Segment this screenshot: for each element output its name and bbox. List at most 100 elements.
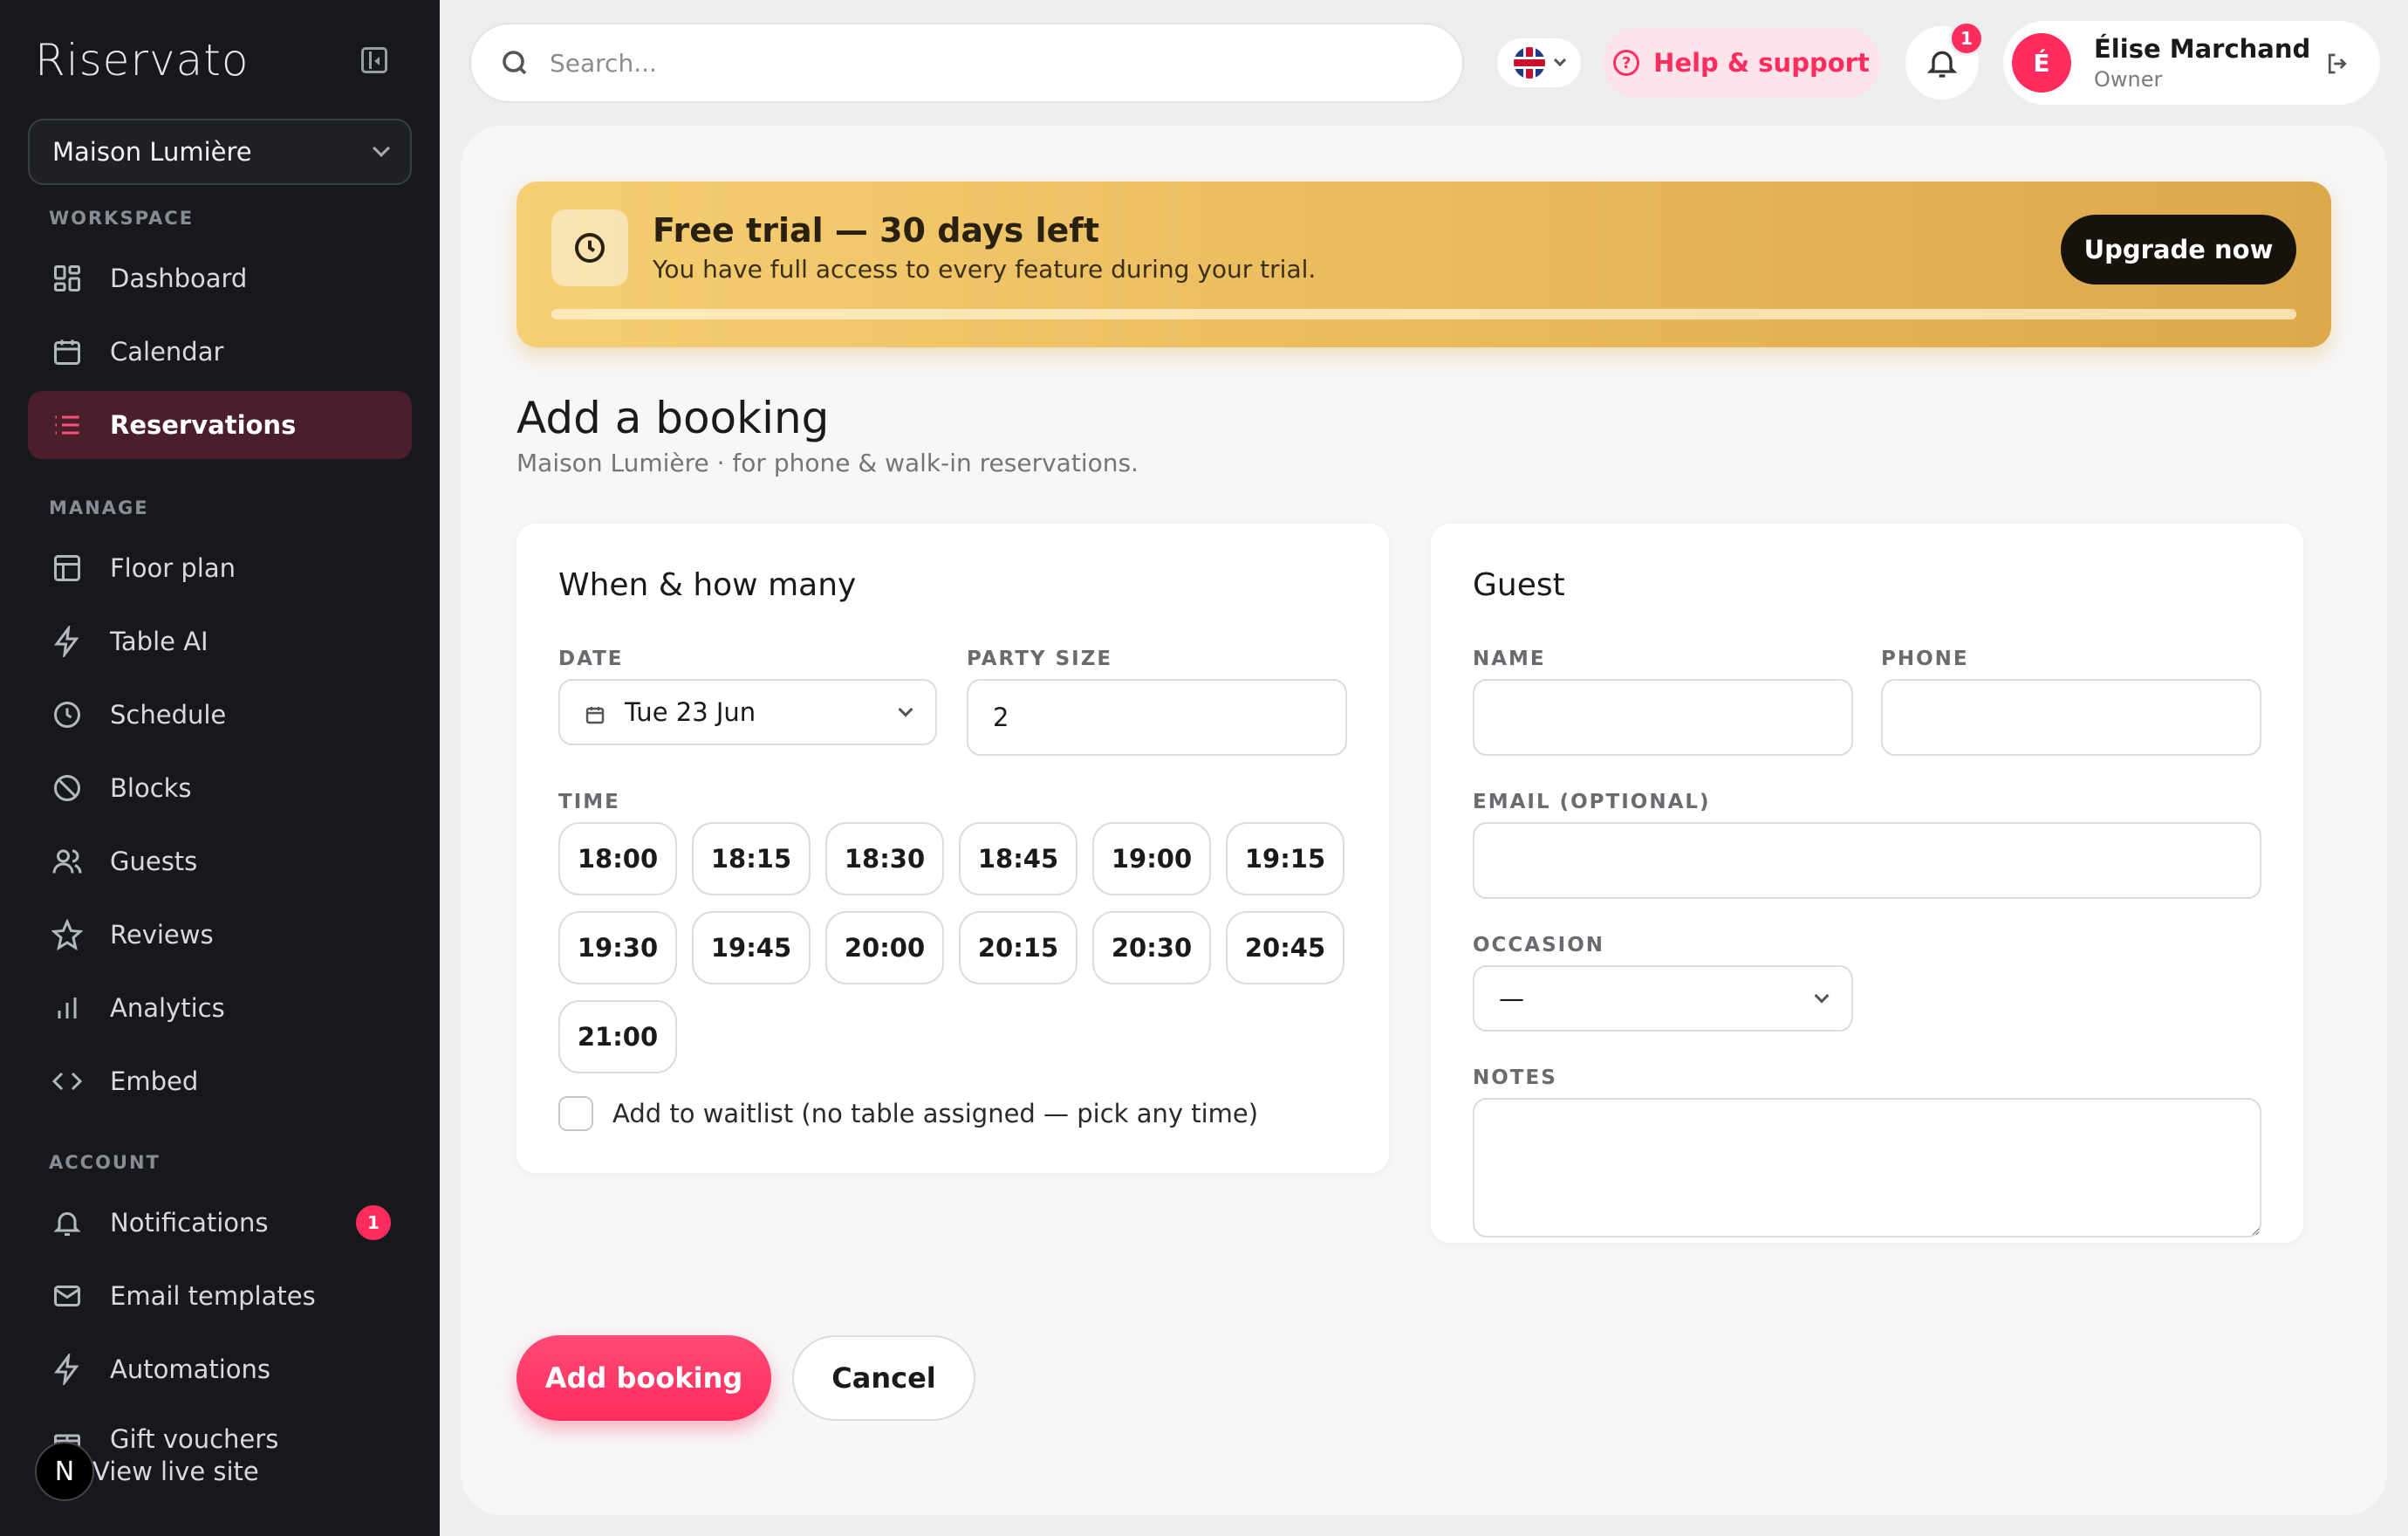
sidebar-item-label: Reviews [110,920,214,950]
time-label: TIME [558,791,620,813]
avatar: É [2012,33,2071,93]
n-logo-icon: N [35,1442,94,1501]
venue-name: Maison Lumière [52,137,252,167]
occasion-select[interactable]: — [1473,965,1853,1032]
sidebar-item-label: Calendar [110,337,224,367]
party-size-label: PARTY SIZE [967,648,1113,670]
chevron-down-icon [898,702,913,717]
sidebar-item-dashboard[interactable]: Dashboard [28,244,412,312]
search-bar[interactable] [469,23,1464,103]
main-panel: Free trial — 30 days left You have full … [461,126,2387,1515]
date-select[interactable]: Tue 23 Jun [558,679,937,745]
sidebar-item-label: Floor plan [110,553,236,583]
sidebar-item-calendar[interactable]: Calendar [28,318,412,386]
section-manage: MANAGE [49,497,149,518]
guest-card: Guest NAME PHONE EMAIL (OPTIONAL) OCCASI… [1431,524,2303,1243]
time-slot[interactable]: 19:30 [558,911,677,984]
date-label: DATE [558,648,624,670]
venue-select[interactable]: Maison Lumière [28,119,412,185]
party-size-input[interactable]: 2 [967,679,1347,756]
sidebar-item-automations[interactable]: Automations [28,1335,412,1403]
list-icon [51,408,84,442]
time-slot[interactable]: 18:30 [825,822,944,895]
help-circle-icon: ? [1613,50,1640,76]
bell-icon [51,1206,84,1239]
help-support-button[interactable]: ? Help & support [1602,28,1881,98]
view-live-site-label: View live site [92,1457,259,1486]
calendar-icon [51,335,84,368]
notes-textarea[interactable] [1473,1098,2261,1238]
party-size-value: 2 [993,703,1009,732]
time-slot[interactable]: 20:45 [1226,911,1344,984]
time-slot[interactable]: 20:15 [959,911,1077,984]
sidebar-item-email-templates[interactable]: Email templates [28,1262,412,1330]
email-label: EMAIL (OPTIONAL) [1473,791,1711,813]
sidebar-item-guests[interactable]: Guests [28,827,412,895]
calendar-icon [585,702,605,724]
chevron-down-icon [1553,53,1567,67]
uk-flag-icon [1514,47,1545,79]
view-live-site-link[interactable]: N View live site [35,1442,259,1501]
occasion-value: — [1499,984,1524,1013]
page-title: Add a booking [516,393,830,443]
sidebar-item-blocks[interactable]: Blocks [28,754,412,822]
ban-icon [51,771,84,805]
time-slot[interactable]: 19:15 [1226,822,1344,895]
section-account: ACCOUNT [49,1152,161,1173]
when-card-title: When & how many [558,567,857,603]
waitlist-option[interactable]: Add to waitlist (no table assigned — pic… [558,1096,1258,1131]
name-input[interactable] [1473,679,1853,756]
help-support-label: Help & support [1653,48,1870,78]
time-slot[interactable]: 19:45 [692,911,811,984]
user-menu[interactable]: É Élise Marchand Owner [2003,21,2380,105]
star-icon [51,918,84,951]
sidebar-item-reservations[interactable]: Reservations [28,391,412,459]
waitlist-checkbox[interactable] [558,1096,593,1131]
date-value: Tue 23 Jun [625,697,756,727]
app-logo: Riservato [35,35,250,86]
bell-badge: 1 [1949,21,1984,56]
occasion-label: OCCASION [1473,934,1605,957]
sidebar-item-schedule[interactable]: Schedule [28,681,412,749]
logout-icon [2328,53,2347,74]
logout-button[interactable] [2324,51,2350,77]
sidebar-item-label: Schedule [110,700,227,730]
lightning-icon [51,625,84,658]
sidebar-item-label: Analytics [110,993,225,1023]
cancel-button[interactable]: Cancel [792,1335,975,1421]
trial-title: Free trial — 30 days left [653,211,1099,250]
collapse-sidebar-icon[interactable] [361,47,387,73]
language-select[interactable] [1497,38,1581,87]
sidebar-item-reviews[interactable]: Reviews [28,901,412,969]
user-role: Owner [2094,67,2163,92]
when-card: When & how many DATE Tue 23 Jun PARTY SI… [516,524,1389,1173]
sidebar-item-label: Email templates [110,1281,316,1311]
time-slot[interactable]: 18:45 [959,822,1077,895]
sidebar-item-label: Table AI [110,627,209,656]
trial-progress [551,309,2296,319]
notes-label: NOTES [1473,1066,1557,1089]
time-slot[interactable]: 20:30 [1092,911,1211,984]
sidebar-item-label: Embed [110,1066,199,1096]
sidebar-item-table-ai[interactable]: Table AI [28,607,412,675]
sidebar-item-floor-plan[interactable]: Floor plan [28,534,412,602]
sidebar-item-embed[interactable]: Embed [28,1047,412,1115]
notifications-badge: 1 [356,1205,391,1240]
sidebar-item-analytics[interactable]: Analytics [28,974,412,1042]
time-slot[interactable]: 19:00 [1092,822,1211,895]
time-slot[interactable]: 18:15 [692,822,811,895]
waitlist-label: Add to waitlist (no table assigned — pic… [612,1099,1259,1128]
sidebar-item-label: Reservations [110,410,297,440]
add-booking-button[interactable]: Add booking [516,1335,771,1421]
time-slot[interactable]: 20:00 [825,911,944,984]
email-input[interactable] [1473,822,2261,899]
sidebar-item-notifications[interactable]: Notifications 1 [28,1189,412,1257]
lightning-icon [51,1353,84,1386]
phone-label: PHONE [1881,648,1969,670]
time-slot[interactable]: 21:00 [558,1000,677,1073]
time-slot[interactable]: 18:00 [558,822,677,895]
search-input[interactable] [550,48,1335,78]
phone-input[interactable] [1881,679,2261,756]
upgrade-button[interactable]: Upgrade now [2061,215,2296,285]
chevron-down-icon [1814,988,1830,1004]
